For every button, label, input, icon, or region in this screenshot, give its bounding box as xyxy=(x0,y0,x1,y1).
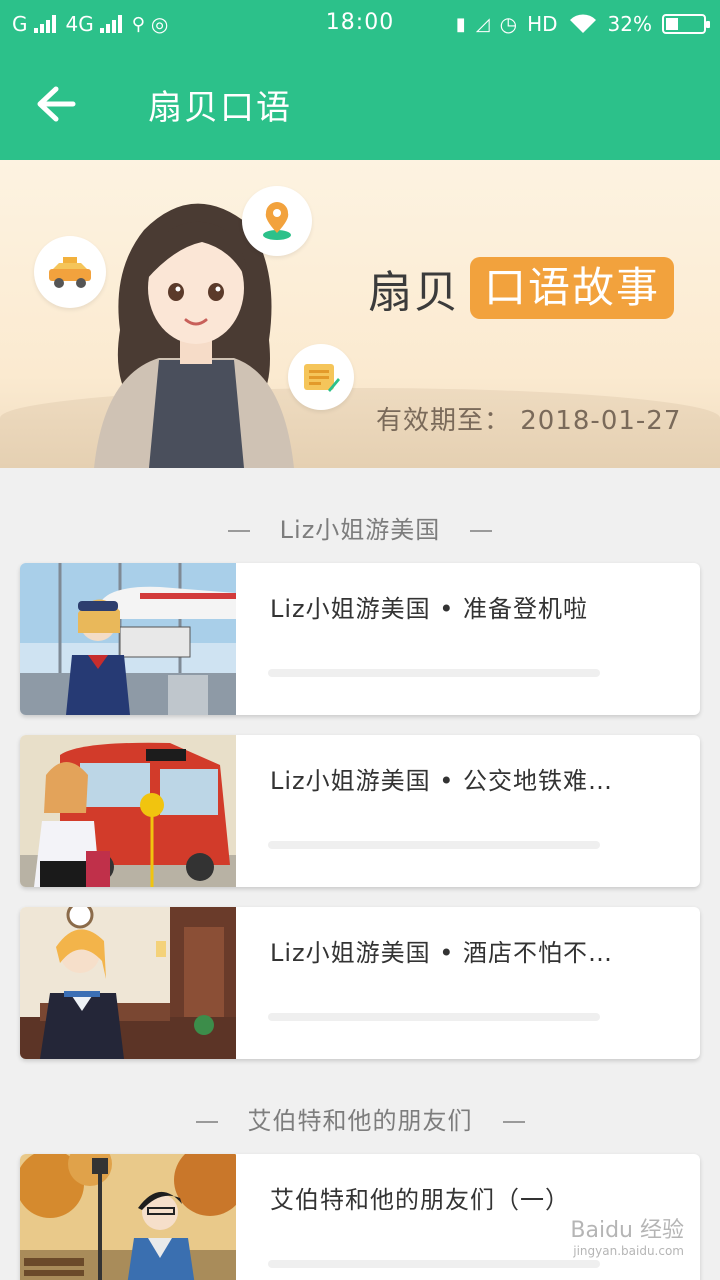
airport-thumbnail xyxy=(20,563,236,715)
story-title: Liz小姐游美国 • 准备登机啦 xyxy=(270,595,589,623)
alarm-icon: ◷ xyxy=(499,12,518,36)
divider xyxy=(227,530,250,532)
progress-bar xyxy=(268,1260,600,1268)
divider xyxy=(470,530,493,532)
back-button[interactable] xyxy=(28,78,84,130)
arrow-left-icon xyxy=(37,86,76,122)
story-title: Liz小姐游美国 • 酒店不怕不… xyxy=(270,939,614,967)
hd-label: HD xyxy=(527,12,558,36)
story-title: Liz小姐游美国 • 公交地铁难… xyxy=(270,767,614,795)
brand-tag: 口语故事 xyxy=(470,257,675,319)
story-card-hotel[interactable]: Liz小姐游美国 • 酒店不怕不… xyxy=(20,907,700,1059)
battery-percent: 32% xyxy=(607,12,652,36)
section-title: Liz小姐游美国 xyxy=(279,516,441,544)
battery-icon xyxy=(662,14,710,34)
park-thumbnail xyxy=(20,1154,236,1280)
app-toolbar: 扇贝口语 xyxy=(0,48,720,160)
story-card-transit[interactable]: Liz小姐游美国 • 公交地铁难… xyxy=(20,735,700,887)
progress-bar xyxy=(268,841,600,849)
divider xyxy=(502,1121,525,1123)
story-title: 艾伯特和他的朋友们（一） xyxy=(270,1186,570,1214)
notepad-icon xyxy=(304,364,340,392)
page-title: 扇贝口语 xyxy=(148,88,292,128)
progress-bar xyxy=(268,1013,600,1021)
watermark-url: jingyan.baidu.com xyxy=(573,1244,684,1258)
story-card-boarding[interactable]: Liz小姐游美国 • 准备登机啦 xyxy=(20,563,700,715)
progress-bar xyxy=(268,669,600,677)
location-bubble xyxy=(242,186,312,256)
section-header-liz: Liz小姐游美国 xyxy=(0,510,720,545)
baidu-watermark: Baidu 经验 jingyan.baidu.com xyxy=(570,1212,684,1258)
silent-icon: ◿ xyxy=(475,13,490,35)
taxi-bubble xyxy=(34,236,106,308)
charging-icon: ▮ xyxy=(455,13,466,35)
status-bar: G 4G ⚲ ◎ 18:00 ▮ ◿ ◷ HD 32% xyxy=(0,0,720,48)
brand-logo: 扇贝 口语故事 xyxy=(368,256,675,320)
bus-thumbnail xyxy=(20,735,236,887)
wifi-icon xyxy=(569,14,596,33)
map-pin-icon xyxy=(263,202,291,240)
divider xyxy=(195,1121,218,1123)
taxi-icon xyxy=(49,257,91,288)
section-header-albert: 艾伯特和他的朋友们 xyxy=(0,1101,720,1136)
brand-name: 扇贝 xyxy=(368,267,460,318)
course-banner: 扇贝 口语故事 有效期至： 2018-01-27 xyxy=(0,160,720,468)
validity-date: 有效期至： 2018-01-27 xyxy=(376,406,682,436)
hotel-thumbnail xyxy=(20,907,236,1059)
watermark-brand: Baidu 经验 xyxy=(570,1218,684,1243)
section-title: 艾伯特和他的朋友们 xyxy=(247,1107,473,1135)
note-bubble xyxy=(288,344,354,410)
